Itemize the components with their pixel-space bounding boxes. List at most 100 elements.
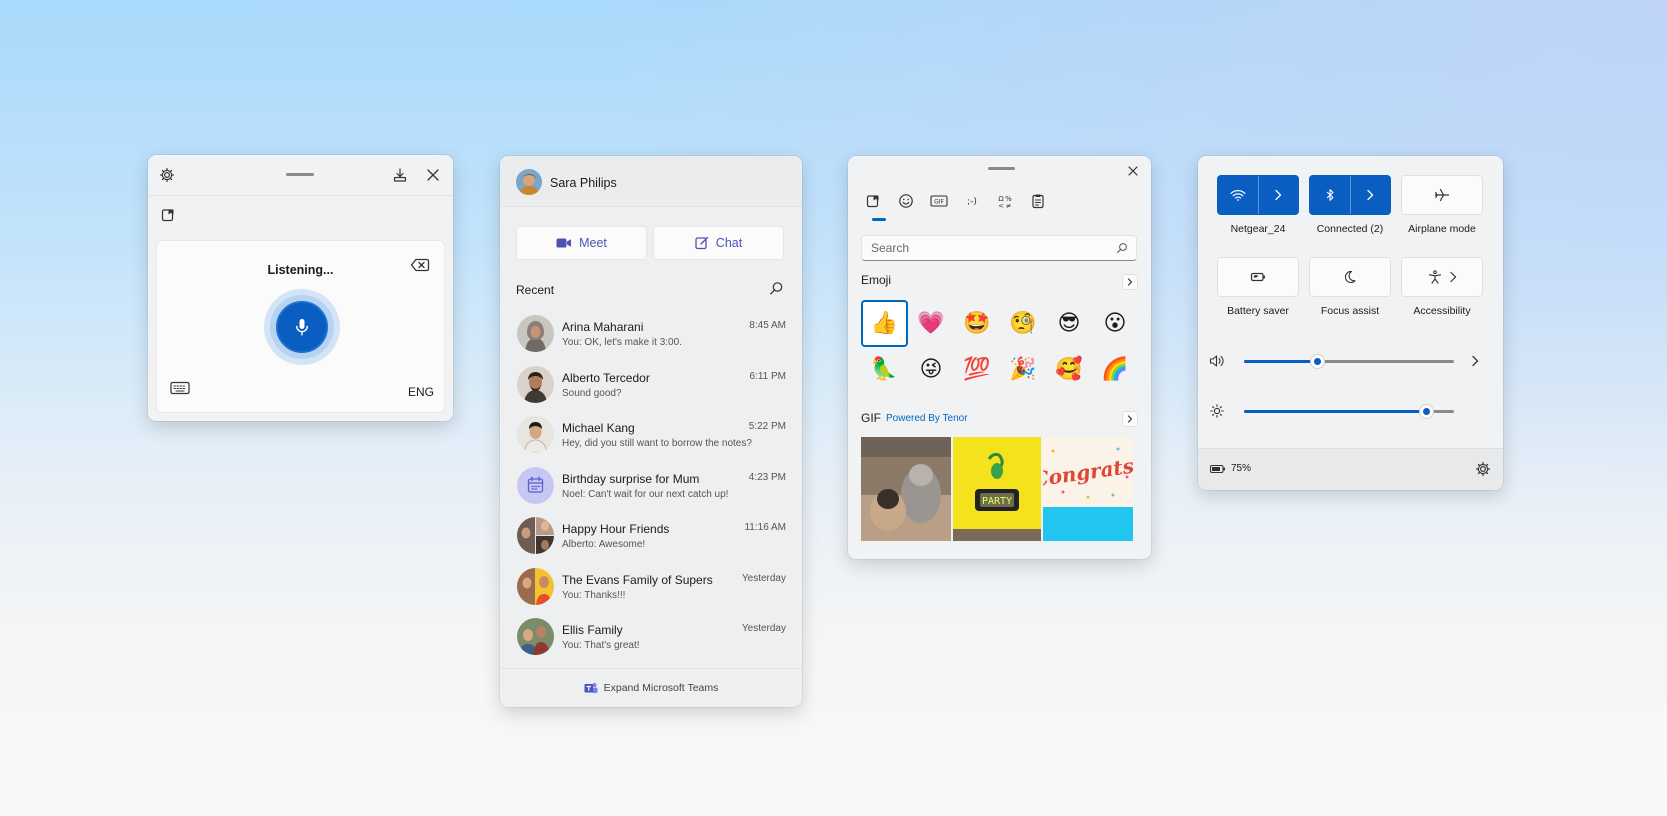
drag-handle[interactable] <box>286 173 314 176</box>
conversation-time: Yesterday <box>741 623 786 634</box>
battery-saver-toggle[interactable] <box>1217 257 1299 297</box>
brightness-thumb[interactable] <box>1419 404 1435 419</box>
expand-teams-link[interactable]: Expand Microsoft Teams <box>500 668 802 707</box>
speaker-icon[interactable] <box>1209 354 1225 368</box>
avatar <box>517 517 554 554</box>
avatar <box>517 315 554 352</box>
gear-icon[interactable] <box>1475 461 1491 477</box>
conversation-name: Arina Maharani <box>562 320 644 334</box>
dock-icon[interactable] <box>392 167 408 183</box>
keyboard-icon[interactable] <box>170 381 190 395</box>
backspace-icon[interactable] <box>410 257 430 273</box>
expand-teams-label: Expand Microsoft Teams <box>603 682 719 694</box>
divider <box>148 195 453 196</box>
list-item[interactable]: Happy Hour Friends Alberto: Awesome! 11:… <box>500 510 802 561</box>
bluetooth-expand-button[interactable] <box>1351 176 1391 214</box>
brightness-slider[interactable] <box>1209 401 1499 421</box>
bluetooth-toggle-button[interactable] <box>1310 176 1351 214</box>
chevron-right-icon <box>1274 189 1282 201</box>
wifi-toggle[interactable] <box>1217 175 1299 215</box>
gif-thumbnail-congrats[interactable]: Congrats! <box>1043 437 1133 541</box>
volume-thumb[interactable] <box>1310 354 1325 369</box>
emoji-cell[interactable]: 🎉 <box>1000 346 1046 392</box>
chevron-right-icon[interactable] <box>1471 355 1479 367</box>
close-icon[interactable] <box>425 167 441 183</box>
emoji-cell[interactable]: 👍 <box>861 300 908 347</box>
emoji-cell[interactable]: 🦜 <box>861 346 907 392</box>
kaomoji-icon[interactable]: ;-) <box>963 192 981 210</box>
airplane-icon <box>1434 188 1450 202</box>
wifi-tile: Netgear_24 <box>1217 175 1299 235</box>
clipboard-history-icon[interactable] <box>1029 192 1047 210</box>
conversation-list: Arina Maharani You: OK, let's make it 3:… <box>500 308 802 662</box>
microphone-button[interactable] <box>276 301 328 353</box>
emoji-cell[interactable]: 😎 <box>1046 300 1092 346</box>
wifi-label: Netgear_24 <box>1230 223 1286 235</box>
battery-saver-tile: Battery saver <box>1217 257 1299 317</box>
accessibility-toggle[interactable] <box>1401 257 1483 297</box>
svg-text:GIF: GIF <box>934 199 944 206</box>
wifi-expand-button[interactable] <box>1259 176 1299 214</box>
conversation-time: 11:16 AM <box>744 522 786 533</box>
recent-icon[interactable] <box>864 192 882 210</box>
search-icon[interactable] <box>769 281 784 296</box>
volume-slider[interactable] <box>1209 351 1499 371</box>
emoji-cell[interactable]: 💯 <box>954 346 1000 392</box>
list-item[interactable]: The Evans Family of Supers You: Thanks!!… <box>500 561 802 612</box>
meet-button[interactable]: Meet <box>516 226 647 260</box>
list-item[interactable]: Birthday surprise for Mum Noel: Can't wa… <box>500 460 802 511</box>
emoji-icon[interactable] <box>897 192 915 210</box>
emoji-cell[interactable]: 🧐 <box>1000 300 1046 346</box>
compose-icon <box>695 236 709 250</box>
drag-handle[interactable] <box>988 167 1015 170</box>
gear-icon[interactable] <box>159 167 175 183</box>
bluetooth-label: Connected (2) <box>1316 223 1384 235</box>
focus-assist-tile: Focus assist <box>1309 257 1391 317</box>
conversation-time: 6:11 PM <box>749 370 787 382</box>
bluetooth-toggle[interactable] <box>1309 175 1391 215</box>
symbols-icon[interactable]: Ω% < ≠ <box>996 192 1014 210</box>
gif-thumbnail-party[interactable]: PARTY <box>953 437 1041 541</box>
emoji-cell[interactable]: 🤩 <box>954 300 1000 346</box>
conversation-name: Happy Hour Friends <box>562 522 670 536</box>
airplane-toggle[interactable] <box>1401 175 1483 215</box>
chevron-right-icon <box>1366 189 1374 201</box>
quick-settings-panel: Netgear_24 Connected (2) Airplane mode B… <box>1198 156 1503 490</box>
conversation-preview: Sound good? <box>562 387 622 399</box>
microphone-icon <box>293 317 311 337</box>
svg-text:<: < <box>998 202 1004 209</box>
chat-header: Sara Philips <box>500 156 802 207</box>
emoji-cell[interactable]: 🥰 <box>1046 346 1092 392</box>
accessibility-tile: Accessibility <box>1401 257 1483 317</box>
list-item[interactable]: Alberto Tercedor Sound good? 6:11 PM <box>500 359 802 410</box>
wifi-toggle-button[interactable] <box>1218 176 1259 214</box>
list-item[interactable]: Arina Maharani You: OK, let's make it 3:… <box>500 308 802 359</box>
conversation-name: Ellis Family <box>562 623 623 637</box>
focus-assist-toggle[interactable] <box>1309 257 1391 297</box>
battery-status[interactable]: 75% <box>1210 463 1251 474</box>
emoji-cell[interactable]: 😮 <box>1092 300 1138 346</box>
emoji-cell[interactable]: 😜 <box>908 346 954 392</box>
gif-thumbnail-pets[interactable] <box>861 437 951 541</box>
conversation-preview: You: OK, let's make it 3:00. <box>562 337 682 348</box>
gif-icon[interactable]: GIF <box>930 192 948 210</box>
battery-percent: 75% <box>1231 463 1252 474</box>
language-indicator[interactable]: ENG <box>408 385 434 399</box>
list-item[interactable]: Ellis Family You: That's great! Yesterda… <box>500 611 802 662</box>
emoji-search[interactable] <box>861 235 1137 261</box>
avatar[interactable] <box>516 169 542 195</box>
conversation-name: Birthday surprise for Mum <box>562 471 700 486</box>
emoji-cell[interactable]: 🌈 <box>1092 346 1138 392</box>
chat-button[interactable]: Chat <box>653 226 784 260</box>
clipboard-icon[interactable] <box>160 207 176 223</box>
list-item[interactable]: Michael Kang Hey, did you still want to … <box>500 409 802 460</box>
close-icon[interactable] <box>1126 164 1140 178</box>
emoji-more-button[interactable] <box>1122 274 1138 290</box>
battery-saver-label: Battery saver <box>1227 305 1289 317</box>
emoji-panel: GIF ;-) Ω%<≠ Emoji 👍 💗 🤩 🧐 😎 😮 🦜 😜 💯 🎉 <box>848 156 1151 559</box>
emoji-cell[interactable]: 💗 <box>908 300 954 346</box>
avatar <box>517 365 554 403</box>
search-input[interactable] <box>862 236 1092 260</box>
gif-more-button[interactable] <box>1122 411 1138 427</box>
meet-label: Meet <box>579 236 607 250</box>
